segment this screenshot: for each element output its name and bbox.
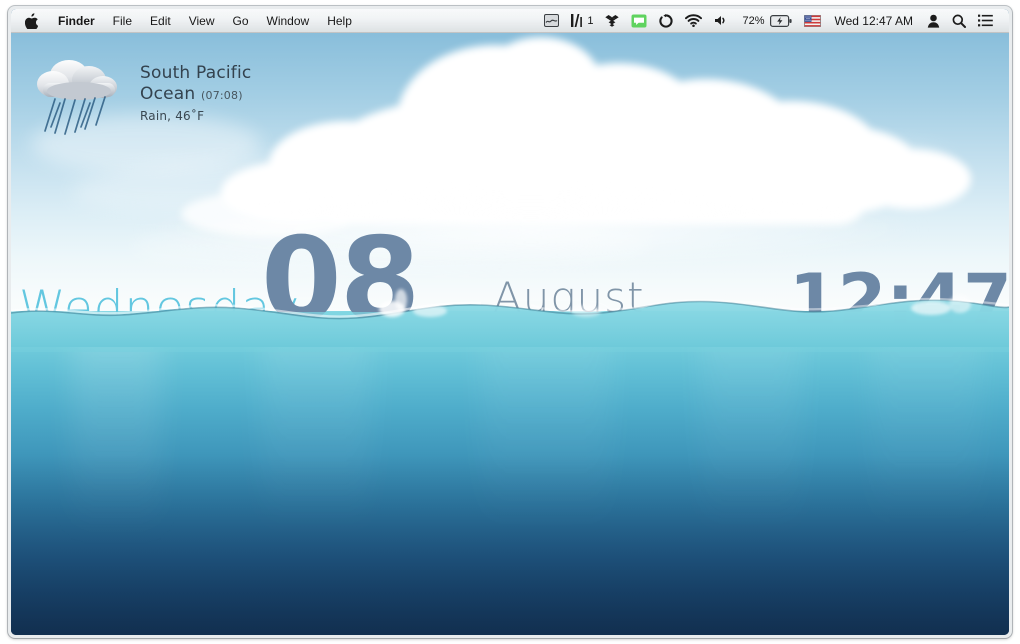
menu-item-file[interactable]: File <box>104 9 141 32</box>
water-splash <box>413 305 447 317</box>
notification-center-icon[interactable] <box>972 9 999 32</box>
menu-item-edit[interactable]: Edit <box>141 9 180 32</box>
menu-item-go[interactable]: Go <box>224 9 258 32</box>
wifi-icon[interactable] <box>679 9 708 32</box>
menu-bar-clock[interactable]: Wed 12:47 AM <box>827 9 922 32</box>
menu-item-window[interactable]: Window <box>258 9 319 32</box>
weather-condition: Rain, 46˚F <box>140 109 205 123</box>
overlay-day-number: 08 <box>261 213 420 348</box>
menu-bar-left: Finder File Edit View Go Window Help <box>11 9 361 32</box>
search-icon[interactable] <box>946 9 972 32</box>
volume-speaker-icon[interactable] <box>708 9 736 32</box>
weather-local-time: (07:08) <box>201 89 243 102</box>
menu-item-view[interactable]: View <box>180 9 224 32</box>
weather-city: South Pacific Ocean (07:08) <box>140 63 285 106</box>
battery-percent-label[interactable]: 72% <box>736 9 767 32</box>
audio-input-meter-icon[interactable]: 1 <box>565 9 599 32</box>
dropbox-icon[interactable] <box>599 9 625 32</box>
user-account-icon[interactable] <box>921 9 946 32</box>
water-splash <box>911 301 951 315</box>
messages-bubble-icon[interactable] <box>625 9 653 32</box>
weather-text-block: South Pacific Ocean (07:08) Rain, 46˚F <box>140 63 285 123</box>
menu-item-finder[interactable]: Finder <box>49 9 104 32</box>
screenshot-icon[interactable] <box>538 9 565 32</box>
water-splash <box>571 305 601 317</box>
overlay-month: August <box>493 273 645 322</box>
overlay-clock: 12:47 <box>789 259 1009 341</box>
overlay-weekday: Wednesday <box>19 281 301 336</box>
menu-item-help[interactable]: Help <box>318 9 361 32</box>
rain-cloud-icon <box>35 55 131 139</box>
battery-percent-text: 72% <box>742 14 765 27</box>
page-root: Wednesday 08 August 12:47 South Pacific … <box>0 0 1020 644</box>
weather-widget[interactable]: South Pacific Ocean (07:08) Rain, 46˚F <box>35 47 285 139</box>
battery-charging-icon[interactable] <box>768 9 798 32</box>
sync-refresh-icon[interactable] <box>653 9 679 32</box>
desktop: Wednesday 08 August 12:47 South Pacific … <box>11 9 1009 635</box>
audio-meter-value: 1 <box>587 14 594 27</box>
menu-bar-status-area: 1 72% Wed 12:47 AM <box>538 9 1009 32</box>
water-splash <box>395 289 407 311</box>
us-flag-input-icon[interactable] <box>798 9 827 32</box>
apple-logo-icon[interactable] <box>21 9 49 32</box>
water-splash <box>949 295 971 313</box>
menu-bar: Finder File Edit View Go Window Help 1 7… <box>11 9 1009 33</box>
